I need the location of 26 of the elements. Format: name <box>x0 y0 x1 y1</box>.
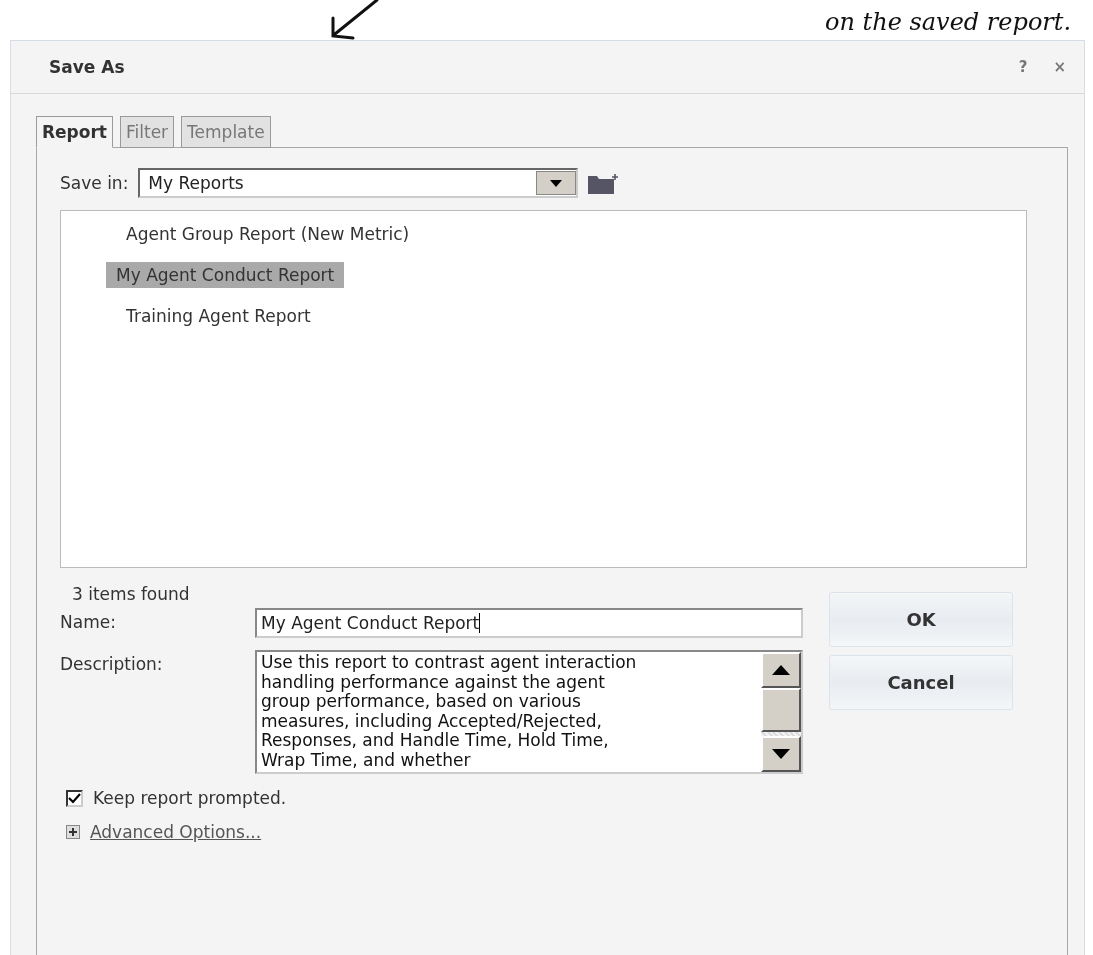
help-button[interactable]: ? <box>1012 56 1034 78</box>
description-field[interactable]: Use this report to contrast agent interaction handling performance against the agent group performance, based on various measures, including Accepted/Rejected, Responses, and Handle Time, Hold Time, Wrap Time, and whether <box>255 650 803 774</box>
keep-prompted-checkbox[interactable] <box>66 789 83 807</box>
name-field[interactable]: My Agent Conduct Report <box>255 608 803 638</box>
tab[interactable]: Template <box>181 116 271 148</box>
expand-icon[interactable] <box>66 825 80 839</box>
report-item[interactable]: Agent Group Report (New Metric) <box>116 221 420 247</box>
new-folder-icon[interactable] <box>588 172 621 194</box>
annotation-text: on the saved report. <box>825 8 1072 36</box>
tab[interactable]: Report <box>36 116 113 148</box>
save-in-label: Save in: <box>60 173 129 193</box>
report-item[interactable]: Training Agent Report <box>116 303 321 329</box>
scrollbar[interactable] <box>761 652 801 772</box>
report-item[interactable]: My Agent Conduct Report <box>106 262 345 288</box>
advanced-options-link[interactable]: Advanced Options... <box>90 822 262 842</box>
items-count: 3 items found <box>72 584 191 604</box>
name-label: Name: <box>60 611 117 632</box>
close-button[interactable]: × <box>1047 56 1072 78</box>
save-in-dropdown[interactable]: My Reports <box>138 168 579 198</box>
scroll-down-icon[interactable] <box>772 749 790 759</box>
scroll-up-icon[interactable] <box>772 665 790 675</box>
keep-prompted-label: Keep report prompted. <box>93 788 287 808</box>
window-title: Save As <box>49 57 126 77</box>
ok-button[interactable]: OK <box>829 592 1013 647</box>
cancel-button[interactable]: Cancel <box>829 655 1013 710</box>
description-label: Description: <box>60 653 164 674</box>
